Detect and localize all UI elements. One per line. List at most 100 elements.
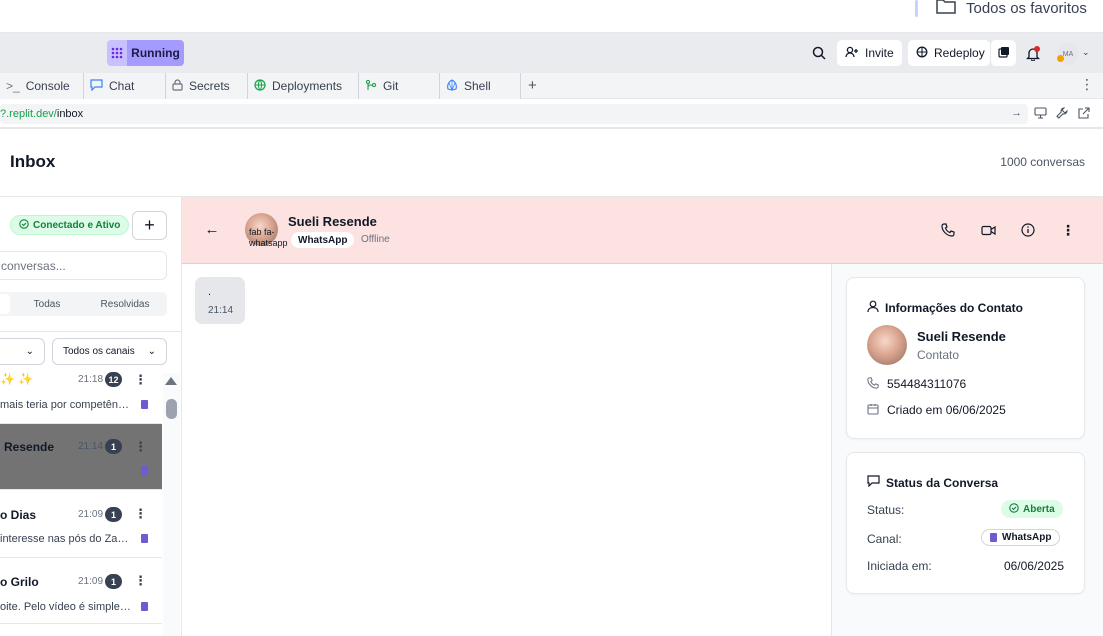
monitor-icon[interactable] [1034, 107, 1047, 122]
url-domain: ?.replit.dev/ [0, 108, 57, 120]
conversation-time: 21:09 [78, 576, 104, 587]
tab-secrets[interactable]: Secrets [166, 73, 248, 99]
presence-status: Offline [361, 234, 390, 245]
filter-tab-all[interactable]: Todas [18, 292, 76, 316]
invite-label: Invite [865, 46, 894, 60]
more-vertical-icon[interactable]: ⋮ [1080, 76, 1094, 93]
chat-contact-name: Sueli Resende [288, 214, 377, 229]
conversation-count: 1000 conversas [1000, 155, 1085, 169]
bell-icon[interactable] [1022, 42, 1044, 64]
conversation-status-title: Status da Conversa [867, 475, 998, 490]
channel-tag: WhatsApp [291, 232, 355, 248]
back-arrow-icon[interactable]: ← [203, 219, 221, 239]
status-label: Conectado e Ativo [33, 219, 121, 231]
message-bubble [195, 277, 245, 324]
copy-icon [997, 46, 1010, 61]
whatsapp-icon [141, 602, 148, 611]
conversation-menu-icon[interactable]: ⋮ [134, 506, 147, 522]
conversation-menu-icon[interactable]: ⋮ [134, 573, 147, 589]
tab-label: Secrets [189, 79, 230, 93]
tab-label: Git [383, 79, 399, 93]
info-icon[interactable] [1018, 220, 1038, 240]
status-badge: Aberta [1001, 500, 1063, 518]
new-conversation-button[interactable]: + [132, 211, 167, 240]
search-conversations-input[interactable]: conversas... [0, 251, 167, 280]
started-value: 06/06/2025 [1003, 559, 1064, 573]
channel-value: WhatsApp [1002, 532, 1052, 543]
deployments-menu-button[interactable] [990, 40, 1016, 66]
whatsapp-icon [990, 533, 997, 542]
status-filter-select[interactable]: ⌄ [0, 338, 45, 365]
tab-label: Console [25, 79, 70, 93]
check-circle-icon [1009, 502, 1019, 516]
conversation-menu-icon[interactable]: ⋮ [134, 439, 147, 455]
conversation-name: o Grilo [0, 575, 39, 589]
contact-info-title: Informações do Contato [867, 300, 1023, 316]
conversation-preview: interesse nas pós do Zanone [0, 533, 132, 545]
tab-label: Shell [464, 79, 491, 93]
calendar-icon [867, 403, 879, 418]
conversation-name: Resende [4, 440, 55, 454]
favorites-separator [915, 0, 918, 17]
tab-chat[interactable]: Chat [84, 73, 166, 99]
conversation-name: ✨ ✨ [0, 372, 34, 386]
phone-icon [867, 377, 879, 392]
git-icon [365, 79, 377, 94]
conversation-time: 21:09 [78, 509, 104, 520]
conversation-preview: oite. Pelo vídeo é simples demais [0, 601, 132, 613]
run-status-button[interactable]: Running [127, 40, 184, 66]
inbox-header [0, 131, 1103, 197]
conversation-item-active[interactable] [0, 424, 162, 490]
search-icon[interactable] [808, 42, 830, 64]
phone-icon[interactable] [938, 220, 958, 240]
favorites-label: Todos os favoritos [966, 0, 1087, 17]
channel-label: Canal: [867, 532, 902, 546]
whatsapp-icon [141, 400, 148, 409]
tab-label: Deployments [272, 79, 343, 93]
external-link-icon[interactable] [1078, 107, 1090, 122]
channel-filter-select[interactable]: Todos os canais ⌄ [52, 338, 167, 365]
tab-deployments[interactable]: Deployments [248, 73, 359, 99]
filter-tab-resolved[interactable]: Resolvidas [88, 292, 162, 316]
contact-phone: 554484311076 [887, 377, 967, 391]
unread-badge: 12 [105, 372, 122, 387]
favorites-folder[interactable]: Todos os favoritos [936, 0, 1087, 17]
url-path: inbox [56, 108, 84, 120]
sidebar-divider [0, 331, 182, 332]
status-value: Aberta [1023, 503, 1055, 515]
video-icon[interactable] [978, 220, 998, 240]
scroll-up-arrow-icon[interactable] [165, 377, 177, 385]
invite-button[interactable]: Invite [837, 40, 902, 66]
contact-created: Criado em 06/06/2025 [887, 403, 1006, 417]
tab-console[interactable]: >_ Console [0, 73, 84, 99]
unread-badge: 1 [105, 439, 122, 454]
avatar-status-dot [1057, 55, 1064, 62]
channel-badge: WhatsApp [981, 529, 1061, 546]
conversation-menu-icon[interactable]: ⋮ [134, 372, 147, 388]
new-tab-button[interactable]: + [528, 77, 537, 94]
wrench-icon[interactable] [1056, 107, 1068, 122]
message-time: 21:14 [208, 305, 234, 316]
arrow-right-icon[interactable]: → [1011, 107, 1022, 119]
globe-icon [254, 78, 266, 94]
channel-filter-value: Todos os canais [63, 346, 135, 357]
tab-git[interactable]: Git [359, 73, 440, 99]
filter-tab-active[interactable] [0, 294, 10, 314]
redeploy-label: Redeploy [934, 46, 985, 60]
redeploy-button[interactable]: Redeploy [908, 40, 990, 66]
conversation-item[interactable] [0, 490, 162, 558]
tab-shell[interactable]: Shell [440, 73, 521, 99]
contact-info-name: Sueli Resende [917, 329, 1006, 344]
scrollbar-thumb[interactable] [166, 399, 177, 419]
avatar-alt-text: fab fa-whatsapp [249, 227, 288, 248]
chevron-down-icon: ⌄ [25, 346, 34, 357]
conversation-item[interactable] [0, 558, 162, 624]
more-vertical-icon[interactable]: ⋮ [1058, 220, 1078, 240]
message-text: . [208, 286, 212, 298]
workspace-grid-icon[interactable] [107, 40, 127, 66]
deploy-icon [916, 46, 928, 61]
contact-info-avatar [867, 325, 907, 365]
chevron-down-icon[interactable]: ⌄ [1082, 47, 1090, 58]
whatsapp-icon [141, 534, 148, 543]
webview-url-input[interactable]: ?.replit.dev/inbox [0, 104, 1028, 124]
